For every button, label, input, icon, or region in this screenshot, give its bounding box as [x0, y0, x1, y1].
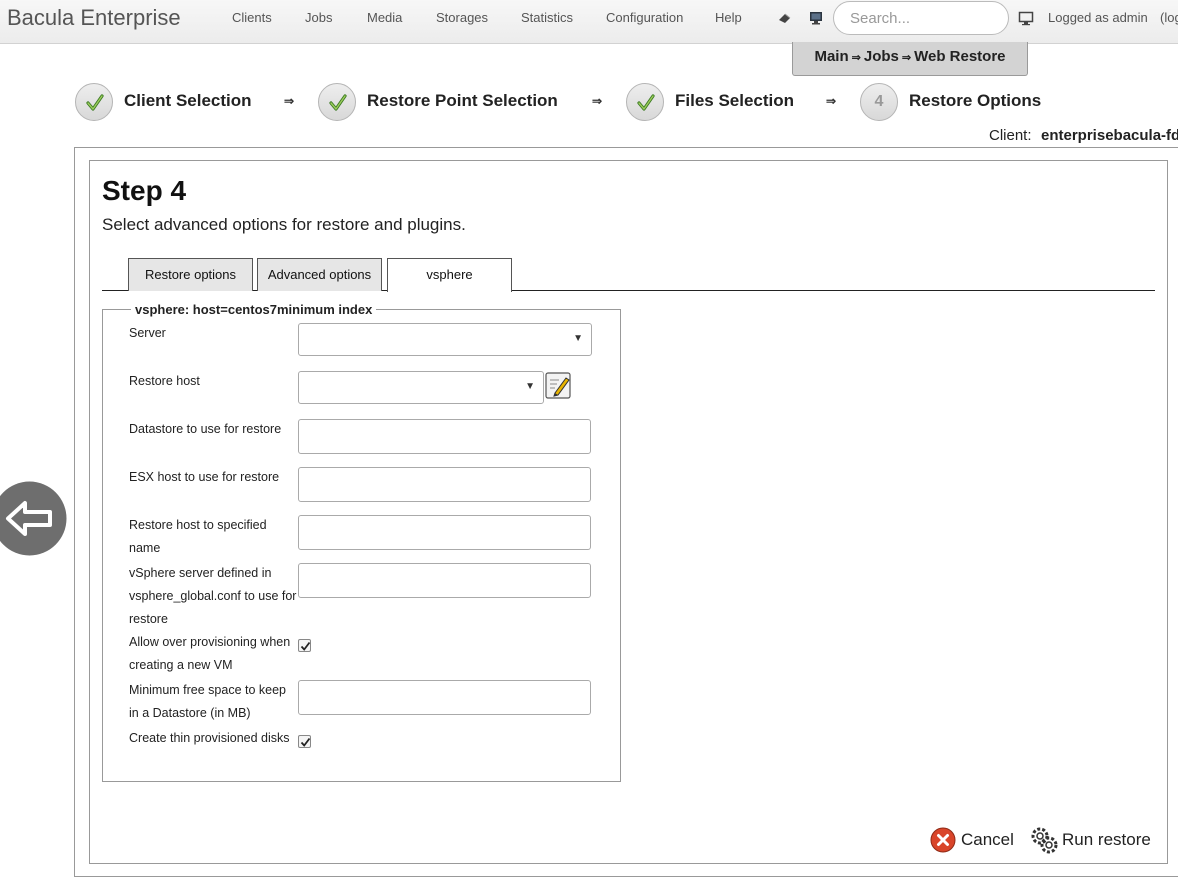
client-value: enterprisebacula-fd — [1041, 127, 1178, 144]
nav-statistics[interactable]: Statistics — [521, 10, 573, 25]
breadcrumb-separator: ⇒ — [901, 52, 912, 64]
restore-host-label: Restore host — [129, 374, 200, 388]
step-restore-options: Restore Options — [909, 91, 1042, 110]
vsphere-legend: vsphere: host=centos7minimum index — [135, 302, 373, 317]
step-arrow: ⇒ — [284, 94, 295, 108]
min-free-space-label: Minimum free space to keep in a Datastor… — [129, 683, 287, 720]
eraser-icon[interactable] — [777, 10, 793, 26]
console-icon[interactable] — [808, 10, 824, 26]
top-navigation-bar: Bacula Enterprise Clients Jobs Media Sto… — [0, 0, 1178, 44]
breadcrumb-jobs[interactable]: Jobs — [864, 48, 899, 65]
edit-icon[interactable] — [545, 372, 571, 399]
step-client-selection: Client Selection — [124, 91, 252, 110]
step-1-check-icon — [75, 83, 113, 121]
breadcrumb: Main ⇒ Jobs ⇒ Web Restore — [792, 42, 1028, 76]
back-arrow-icon[interactable] — [0, 481, 67, 556]
breadcrumb-main[interactable]: Main — [814, 48, 848, 65]
breadcrumb-separator: ⇒ — [851, 52, 861, 64]
nav-media[interactable]: Media — [367, 10, 402, 25]
chevron-down-icon: ▼ — [573, 333, 583, 344]
nav-help[interactable]: Help — [715, 10, 742, 25]
cancel-icon — [930, 827, 956, 853]
cancel-label: Cancel — [961, 830, 1014, 849]
nav-clients[interactable]: Clients — [232, 10, 272, 25]
vsphere-server-input[interactable] — [298, 563, 591, 598]
step-3-check-icon — [626, 83, 664, 121]
thin-disks-label: Create thin provisioned disks — [129, 731, 290, 745]
step-arrow: ⇒ — [826, 94, 837, 108]
step-arrow: ⇒ — [592, 94, 603, 108]
datastore-input[interactable] — [298, 419, 591, 454]
app-brand[interactable]: Bacula Enterprise — [7, 5, 181, 31]
logout-link[interactable]: (log — [1160, 10, 1178, 25]
min-free-space-input[interactable] — [298, 680, 591, 715]
search-input[interactable] — [833, 1, 1009, 35]
nav-jobs[interactable]: Jobs — [305, 10, 332, 25]
tab-advanced-options[interactable]: Advanced options — [257, 258, 382, 291]
step-2-check-icon — [318, 83, 356, 121]
tab-restore-options[interactable]: Restore options — [128, 258, 253, 291]
step-files-selection: Files Selection — [675, 91, 795, 110]
gears-icon — [1031, 827, 1058, 854]
nav-configuration[interactable]: Configuration — [606, 10, 683, 25]
server-select[interactable]: ▼ — [298, 323, 592, 356]
esx-host-label: ESX host to use for restore — [129, 470, 280, 484]
vsphere-server-label: vSphere server defined in vsphere_global… — [129, 566, 297, 626]
page-description: Select advanced options for restore and … — [102, 215, 466, 234]
thin-disks-checkbox[interactable] — [298, 735, 311, 748]
page-title: Step 4 — [102, 175, 187, 206]
run-restore-label: Run restore — [1062, 830, 1151, 849]
nav-storages[interactable]: Storages — [436, 10, 488, 25]
step-restore-point-selection: Restore Point Selection — [367, 91, 558, 110]
monitor-icon[interactable] — [1018, 10, 1034, 26]
logged-as-label: Logged as admin — [1048, 10, 1148, 25]
restore-host-name-label: Restore host to specified name — [129, 518, 267, 555]
chevron-down-icon: ▼ — [525, 381, 535, 392]
client-label: Client: — [989, 127, 1032, 144]
restore-host-select[interactable]: ▼ — [298, 371, 544, 404]
over-provisioning-checkbox[interactable] — [298, 639, 311, 652]
step-4-number: 4 — [860, 83, 898, 121]
over-provisioning-label: Allow over provisioning when creating a … — [129, 635, 291, 672]
breadcrumb-web-restore: Web Restore — [914, 48, 1006, 65]
datastore-label: Datastore to use for restore — [129, 422, 282, 436]
esx-host-input[interactable] — [298, 467, 591, 502]
restore-host-name-input[interactable] — [298, 515, 591, 550]
tab-vsphere[interactable]: vsphere — [387, 258, 512, 292]
server-label: Server — [129, 326, 166, 340]
